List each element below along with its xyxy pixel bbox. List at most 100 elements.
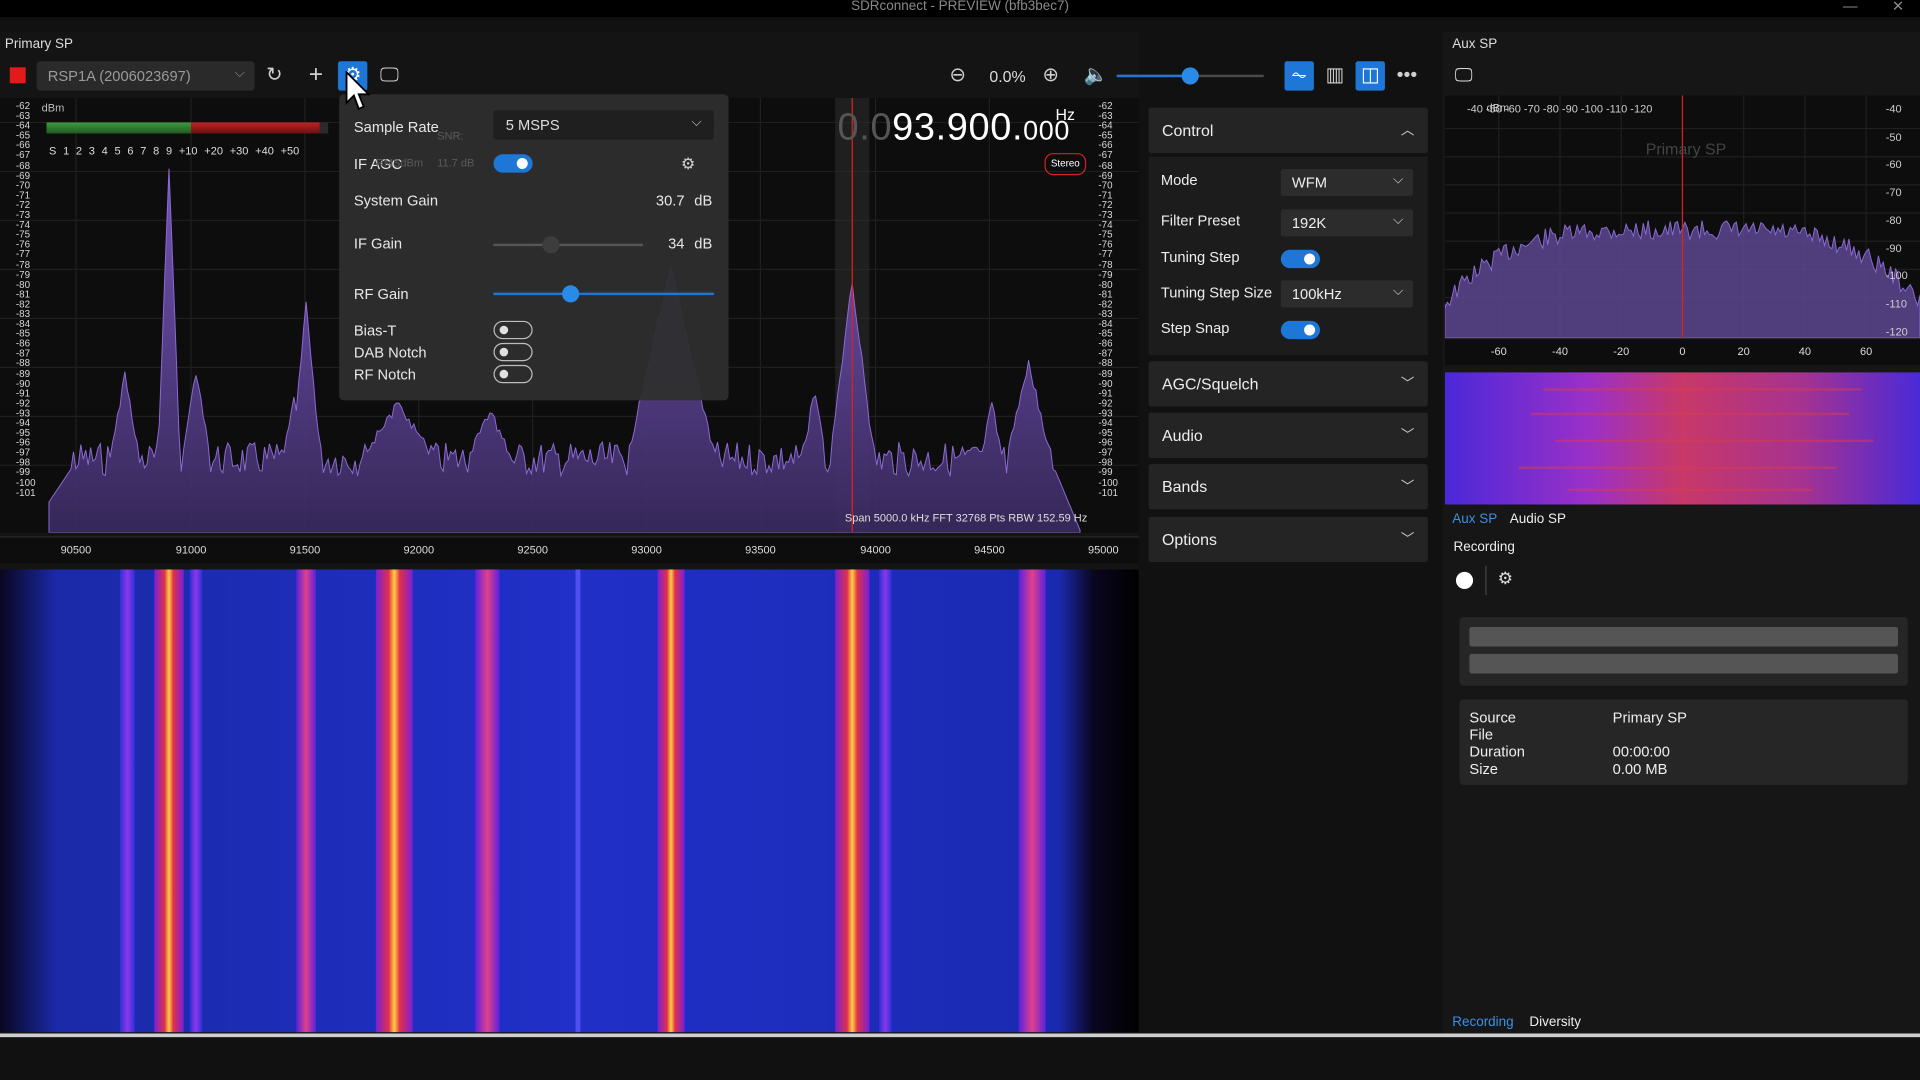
recording-info: Source Primary SP File Duration 00:00:00… bbox=[1459, 699, 1908, 785]
mode-value: WFM bbox=[1291, 173, 1327, 192]
zoom-level: 0.0% bbox=[989, 67, 1026, 86]
main-toolbar: RSP1A (2006023697) ⌵ ↻ + ⚙ 🖵 ⊖ 0.0% ⊕ 🔈 … bbox=[0, 56, 1433, 95]
tab-aux-sp[interactable]: Aux SP bbox=[1452, 512, 1497, 527]
tab-audio-sp[interactable]: Audio SP bbox=[1510, 512, 1566, 527]
gear-icon[interactable]: ⚙ bbox=[1498, 568, 1513, 589]
volume-slider-knob[interactable] bbox=[1181, 67, 1199, 85]
aux-x-tick-label: 20 bbox=[1737, 345, 1750, 358]
if-gain-slider[interactable] bbox=[493, 236, 643, 254]
x-tick-label: 94500 bbox=[974, 543, 1005, 556]
sample-rate-select[interactable]: 5 MSPS ⌵ bbox=[493, 110, 714, 140]
aux-x-tick-label: -60 bbox=[1490, 345, 1507, 358]
spectrum-view-icon[interactable]: ⏦ bbox=[1284, 61, 1314, 91]
waterfall-view-icon[interactable]: ▥ bbox=[1320, 61, 1349, 90]
chevron-down-icon: ﹀ bbox=[1400, 532, 1415, 548]
rf-gain-knob[interactable] bbox=[562, 285, 580, 303]
display-icon[interactable]: 🖵 bbox=[1455, 65, 1473, 86]
close-button[interactable]: ✕ bbox=[1892, 0, 1904, 13]
mode-select[interactable]: WFM ⌵ bbox=[1280, 168, 1414, 196]
chevron-down-icon: ﹀ bbox=[1400, 428, 1415, 444]
aux-spectrum-display[interactable]: Primary SP dBm -40 -50 -60 -70 -80 -90 -… bbox=[1444, 95, 1920, 339]
options-title: Options bbox=[1162, 530, 1217, 549]
filter-preset-label: Filter Preset bbox=[1160, 211, 1241, 229]
refresh-icon[interactable]: ↻ bbox=[260, 61, 289, 90]
device-select[interactable]: RSP1A (2006023697) ⌵ bbox=[36, 61, 255, 91]
frequency-display[interactable]: 0.093.900.000 bbox=[838, 105, 1070, 149]
control-section-header[interactable]: Control ︿ bbox=[1148, 107, 1428, 154]
x-tick-label: 90500 bbox=[60, 543, 92, 556]
if-gain-unit: dB bbox=[694, 235, 713, 253]
display-icon[interactable]: 🖵 bbox=[375, 61, 404, 90]
rf-notch-toggle[interactable] bbox=[493, 364, 533, 384]
step-snap-toggle[interactable] bbox=[1280, 320, 1321, 340]
x-tick-label: 95000 bbox=[1087, 543, 1119, 556]
stop-icon[interactable] bbox=[9, 67, 26, 84]
agc-squelch-section[interactable]: AGC/Squelch ﹀ bbox=[1148, 361, 1428, 407]
chevron-up-icon: ︿ bbox=[1400, 123, 1415, 139]
aux-x-tick-label: 60 bbox=[1860, 345, 1873, 358]
mouse-cursor-icon bbox=[345, 71, 371, 111]
zoom-out-icon[interactable]: ⊖ bbox=[943, 61, 972, 90]
split-view-icon[interactable]: ◫ bbox=[1355, 61, 1385, 91]
aux-x-tick-label: -20 bbox=[1613, 345, 1630, 358]
size-label: Size bbox=[1469, 760, 1498, 778]
stereo-badge: Stereo bbox=[1044, 153, 1087, 176]
audio-title: Audio bbox=[1162, 426, 1203, 445]
audio-section[interactable]: Audio ﹀ bbox=[1148, 412, 1428, 458]
volume-icon[interactable]: 🔈 bbox=[1081, 61, 1110, 90]
recording-level-box bbox=[1459, 617, 1908, 686]
recording-divider bbox=[1485, 565, 1487, 596]
volume-slider-fill bbox=[1116, 74, 1191, 78]
tab-diversity[interactable]: Diversity bbox=[1529, 1015, 1581, 1030]
system-gain-label: System Gain bbox=[353, 192, 439, 210]
span-info: Span 5000.0 kHz FFT 32768 Pts RBW 152.59… bbox=[844, 511, 1088, 525]
rf-gain-label: RF Gain bbox=[353, 285, 409, 303]
aux-y-labels-left: -40 -50 -60 -70 -80 -90 -100 -110 -120 bbox=[1466, 102, 1653, 116]
bands-title: Bands bbox=[1162, 477, 1208, 496]
add-icon[interactable]: + bbox=[301, 60, 330, 89]
app-root: SDRconnect - PREVIEW (bfb3bec7) — ✕ Prim… bbox=[0, 0, 1920, 1080]
aux-waterfall-display[interactable] bbox=[1444, 372, 1920, 505]
bottom-divider bbox=[0, 1033, 1920, 1038]
more-icon[interactable]: ••• bbox=[1392, 61, 1421, 90]
system-gain-value: 30.7 bbox=[655, 192, 685, 210]
tuning-step-size-select[interactable]: 100kHz ⌵ bbox=[1280, 280, 1414, 308]
sample-rate-value: 5 MSPS bbox=[505, 116, 560, 134]
if-agc-toggle[interactable] bbox=[493, 154, 533, 173]
dab-notch-label: DAB Notch bbox=[353, 344, 427, 362]
bias-t-toggle[interactable] bbox=[493, 320, 533, 340]
rf-gain-slider[interactable] bbox=[493, 285, 714, 303]
tuning-step-toggle[interactable] bbox=[1280, 249, 1321, 269]
aux-watermark: Primary SP bbox=[1645, 139, 1727, 158]
x-tick-label: 93500 bbox=[745, 543, 776, 556]
filter-preset-select[interactable]: 192K ⌵ bbox=[1280, 209, 1414, 237]
volume-slider[interactable] bbox=[1116, 67, 1264, 85]
primary-panel-title: Primary SP bbox=[4, 36, 74, 52]
window-title: SDRconnect - PREVIEW (bfb3bec7) bbox=[851, 0, 1069, 14]
record-icon[interactable] bbox=[1455, 571, 1474, 589]
aux-x-tick-label: 40 bbox=[1798, 345, 1812, 358]
x-tick-label: 92500 bbox=[517, 543, 548, 556]
tab-recording[interactable]: Recording bbox=[1452, 1015, 1513, 1030]
options-section[interactable]: Options ﹀ bbox=[1148, 516, 1428, 563]
recording-title: Recording bbox=[1453, 540, 1515, 555]
gear-icon[interactable]: ⚙ bbox=[673, 149, 702, 178]
dab-notch-toggle[interactable] bbox=[493, 342, 533, 362]
source-value: Primary SP bbox=[1612, 708, 1687, 727]
zoom-in-icon[interactable]: ⊕ bbox=[1036, 61, 1065, 90]
frequency-unit: Hz bbox=[1055, 105, 1075, 124]
bands-section[interactable]: Bands ﹀ bbox=[1148, 464, 1428, 510]
mode-label: Mode bbox=[1160, 171, 1198, 189]
frequency-main: 93.900. bbox=[892, 105, 1024, 149]
ghost-db: 11.7 dB bbox=[437, 156, 475, 169]
device-settings-popup: Sample Rate 5 MSPS ⌵ IF AGC RMS SNR: dBm… bbox=[339, 94, 729, 401]
aux-x-axis: -60 -40 -20 0 20 40 60 bbox=[1444, 337, 1920, 365]
minimize-button[interactable]: — bbox=[1843, 0, 1858, 13]
if-gain-knob[interactable] bbox=[542, 236, 560, 254]
size-value: 0.00 MB bbox=[1612, 760, 1668, 778]
frequency-dim: 0.0 bbox=[837, 105, 893, 149]
control-title: Control bbox=[1162, 121, 1214, 140]
duration-value: 00:00:00 bbox=[1612, 743, 1670, 761]
waterfall-display[interactable] bbox=[0, 569, 1139, 1033]
duration-label: Duration bbox=[1469, 743, 1525, 761]
